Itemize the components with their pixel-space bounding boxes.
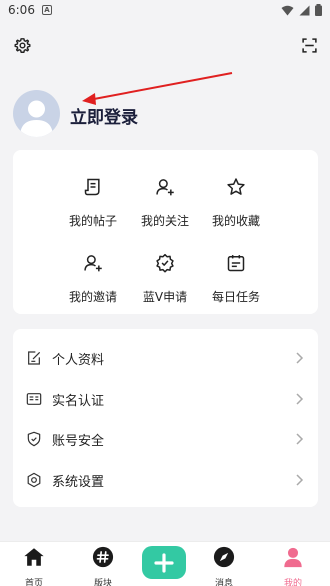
tab-label: 版块 <box>93 579 112 586</box>
notification-icon: A <box>42 5 52 15</box>
shield-icon <box>27 431 41 447</box>
grid-item-label: 每日任务 <box>211 290 260 304</box>
menu-item-system-settings[interactable]: 系统设置 <box>13 460 318 500</box>
follow-icon <box>156 179 174 196</box>
tab-boards[interactable]: 版块 <box>81 546 125 586</box>
menu-item-label: 实名认证 <box>52 393 105 409</box>
menu-item-label: 系统设置 <box>52 474 105 490</box>
status-bar: 6:06 A <box>0 0 330 22</box>
calendar-icon <box>227 255 245 272</box>
menu-item-profile[interactable]: 个人资料 <box>13 338 318 378</box>
tab-label: 我的 <box>283 579 302 586</box>
hashtag-icon <box>92 546 114 568</box>
tab-label: 消息 <box>214 579 233 586</box>
chevron-right-icon <box>296 393 304 405</box>
default-avatar-icon <box>20 100 53 137</box>
login-link[interactable]: 立即登录 <box>70 103 138 128</box>
status-time: 6:06 <box>8 3 35 17</box>
star-icon <box>227 178 245 195</box>
grid-item-my-follows[interactable]: 我的关注 <box>125 177 205 229</box>
home-icon <box>24 548 44 566</box>
tab-label: 首页 <box>24 579 43 586</box>
grid-item-label: 我的帖子 <box>68 214 117 228</box>
grid-item-my-favorites[interactable]: 我的收藏 <box>196 177 276 229</box>
grid-item-label: 我的邀请 <box>68 290 117 304</box>
quick-actions-card: 我的帖子 我的关注 我的收藏 我的邀请 蓝V申请 每日任务 <box>13 150 318 314</box>
grid-item-my-invites[interactable]: 我的邀请 <box>53 253 133 305</box>
grid-item-label: 我的收藏 <box>211 214 260 228</box>
signal-icon <box>299 5 310 15</box>
grid-item-label: 蓝V申请 <box>142 290 188 304</box>
settings-menu-card: 个人资料 实名认证 账号安全 系统设置 <box>13 329 318 507</box>
user-icon <box>284 547 302 568</box>
grid-item-label: 我的关注 <box>140 214 189 228</box>
wifi-icon <box>281 5 294 15</box>
avatar[interactable] <box>13 90 60 137</box>
tab-mine[interactable]: 我的 <box>271 546 315 586</box>
compass-icon <box>213 546 235 568</box>
invite-icon <box>84 255 102 272</box>
post-icon <box>84 178 100 196</box>
plus-icon <box>154 552 174 573</box>
grid-item-daily-tasks[interactable]: 每日任务 <box>196 253 276 305</box>
profile-icon <box>28 351 40 365</box>
menu-item-real-name-verification[interactable]: 实名认证 <box>13 379 318 419</box>
badge-icon <box>156 253 174 273</box>
add-post-button[interactable] <box>142 546 186 579</box>
battery-icon <box>315 4 322 16</box>
chevron-right-icon <box>296 474 304 486</box>
menu-item-account-security[interactable]: 账号安全 <box>13 419 318 459</box>
settings-gear-button[interactable] <box>12 35 32 55</box>
grid-item-blue-v-apply[interactable]: 蓝V申请 <box>125 253 205 305</box>
menu-item-label: 个人资料 <box>52 352 105 368</box>
tab-home[interactable]: 首页 <box>12 546 56 586</box>
gear-icon <box>13 37 31 53</box>
status-indicators <box>281 4 322 16</box>
id-card-icon <box>26 393 42 405</box>
settings-icon <box>27 472 41 488</box>
menu-item-label: 账号安全 <box>52 433 105 449</box>
chevron-right-icon <box>296 433 304 445</box>
grid-item-my-posts[interactable]: 我的帖子 <box>53 177 133 229</box>
scan-button[interactable] <box>299 35 319 55</box>
scan-icon <box>301 37 317 53</box>
chevron-right-icon <box>296 352 304 364</box>
tab-messages[interactable]: 消息 <box>202 546 246 586</box>
